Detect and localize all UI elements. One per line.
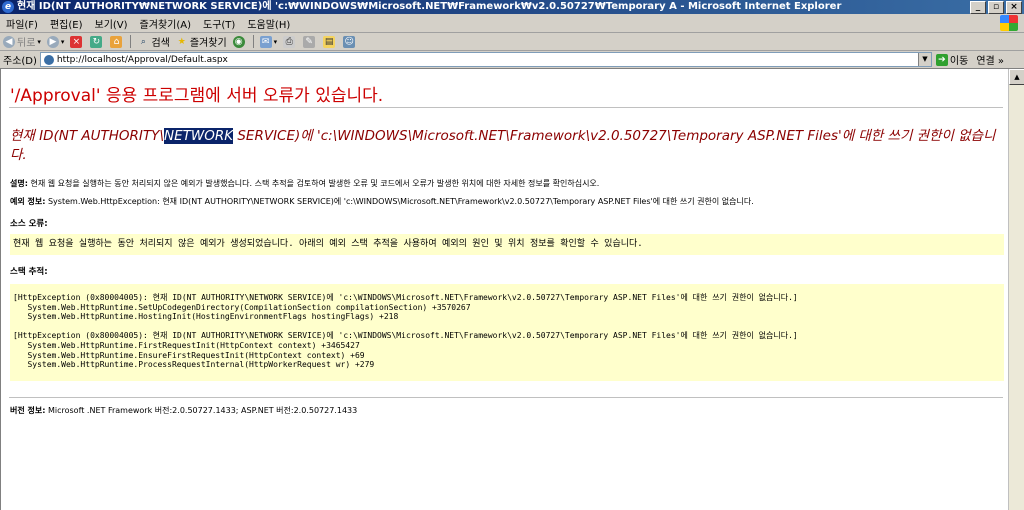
print-icon: ⎙: [283, 35, 296, 48]
restore-button[interactable]: ▫: [988, 1, 1004, 14]
messenger-button[interactable]: ☺: [343, 35, 357, 48]
internet-explorer-icon: e: [2, 1, 14, 13]
stop-icon: ×: [70, 35, 83, 48]
edit-icon: ✎: [303, 35, 316, 48]
page-content: '/Approval' 응용 프로그램에 서버 오류가 있습니다. 현재 ID(…: [0, 69, 1008, 510]
menu-edit[interactable]: 편집(E): [44, 16, 89, 31]
scroll-up-icon[interactable]: ▲: [1009, 69, 1024, 85]
search-icon: ⌕: [140, 36, 146, 47]
address-input[interactable]: http://localhost/Approval/Default.aspx ▼: [39, 52, 932, 67]
search-label: 검색: [151, 38, 170, 49]
window-titlebar: e 현재 ID(NT AUTHORITY₩NETWORK SERVICE)에 'c…: [0, 0, 1024, 14]
menu-view[interactable]: 보기(V): [89, 16, 134, 31]
error-heading: '/Approval' 응용 프로그램에 서버 오류가 있습니다.: [10, 86, 384, 106]
refresh-icon: ↻: [90, 35, 103, 48]
address-bar: 주소(D) http://localhost/Approval/Default.…: [0, 51, 1024, 69]
mail-button[interactable]: ✉ ▾: [259, 35, 278, 48]
star-icon: ★: [177, 36, 186, 47]
standard-toolbar: ◀ 뒤로 ▾ ▶ ▾ × ↻ ⌂ ⌕ 검색 ★ 즐겨찾기 ◉ ✉ ▾ ⎙ ✎ ▤…: [0, 33, 1024, 51]
window-controls: _ ▫ ×: [970, 1, 1022, 14]
favorites-button[interactable]: ★ 즐겨찾기: [176, 34, 227, 50]
version-label: 버전 정보:: [10, 406, 46, 415]
description: 설명: 현재 웹 요청을 실행하는 동안 처리되지 않은 예외가 발생했습니다.…: [10, 178, 599, 189]
stack-trace-label: 스택 추적:: [10, 267, 48, 277]
source-error-label: 소스 오류:: [10, 219, 48, 229]
mail-icon: ✉: [259, 35, 272, 48]
toolbar-separator: [252, 35, 254, 48]
address-url[interactable]: http://localhost/Approval/Default.aspx: [57, 55, 228, 65]
menu-file[interactable]: 파일(F): [0, 16, 44, 31]
exception-details: 예외 정보: System.Web.HttpException: 현재 ID(N…: [10, 196, 754, 207]
messenger-icon: ☺: [343, 35, 356, 48]
back-arrow-icon: ◀: [3, 35, 15, 48]
go-button[interactable]: ➔ 이동: [935, 52, 969, 67]
discuss-icon: ▤: [323, 35, 336, 48]
media-button[interactable]: ◉: [232, 35, 247, 48]
back-button[interactable]: ◀ 뒤로 ▾: [3, 34, 41, 49]
mail-dropdown-icon: ▾: [273, 37, 278, 46]
windows-logo-icon: [1000, 15, 1018, 31]
discuss-button[interactable]: ▤: [323, 35, 337, 48]
address-label: 주소(D): [3, 56, 37, 67]
forward-dropdown-icon: ▾: [60, 37, 65, 46]
links-button[interactable]: 연결 »: [976, 52, 1004, 67]
window-title: 현재 ID(NT AUTHORITY₩NETWORK SERVICE)에 'c:…: [17, 1, 842, 12]
divider: [9, 107, 1003, 108]
description-text: 현재 웹 요청을 실행하는 동안 처리되지 않은 예외가 발생했습니다. 스택 …: [27, 179, 600, 188]
version-info: 버전 정보: Microsoft .NET Framework 버전:2.0.5…: [10, 405, 357, 416]
selected-text: NETWORK: [163, 128, 234, 144]
back-dropdown-icon: ▾: [37, 37, 41, 46]
error-message-start: 현재 ID(NT AUTHORITY\: [10, 128, 164, 144]
address-dropdown-icon[interactable]: ▼: [917, 53, 931, 66]
home-button[interactable]: ⌂: [110, 35, 124, 48]
error-message: 현재 ID(NT AUTHORITY\NETWORK SERVICE)에 'c:…: [10, 127, 1000, 165]
forward-arrow-icon: ▶: [46, 35, 59, 48]
exception-text: System.Web.HttpException: 현재 ID(NT AUTHO…: [45, 197, 754, 206]
close-button[interactable]: ×: [1006, 1, 1022, 14]
minimize-button[interactable]: _: [970, 1, 986, 14]
search-button[interactable]: ⌕ 검색: [137, 34, 170, 50]
refresh-button[interactable]: ↻: [90, 35, 104, 48]
divider: [9, 397, 1003, 398]
stop-button[interactable]: ×: [70, 35, 84, 48]
vertical-scrollbar[interactable]: ▲: [1008, 69, 1024, 510]
source-error-box: 현재 웹 요청을 실행하는 동안 처리되지 않은 예외가 생성되었습니다. 아래…: [10, 234, 1004, 255]
stack-trace-box: [HttpException (0x80004005): 현재 ID(NT AU…: [10, 284, 1004, 381]
forward-button[interactable]: ▶ ▾: [46, 35, 65, 48]
go-label: 이동: [949, 56, 969, 67]
back-label: 뒤로: [17, 38, 36, 49]
menu-favorites[interactable]: 즐겨찾기(A): [134, 16, 197, 31]
menu-help[interactable]: 도움말(H): [241, 16, 296, 31]
edit-button[interactable]: ✎: [303, 35, 317, 48]
description-label: 설명:: [10, 179, 28, 188]
media-icon: ◉: [232, 35, 245, 48]
print-button[interactable]: ⎙: [283, 35, 297, 48]
favorites-label: 즐겨찾기: [189, 38, 227, 49]
toolbar-separator: [130, 35, 132, 48]
home-icon: ⌂: [110, 35, 123, 48]
go-arrow-icon: ➔: [935, 53, 948, 66]
menu-tools[interactable]: 도구(T): [197, 16, 241, 31]
menu-bar: 파일(F) 편집(E) 보기(V) 즐겨찾기(A) 도구(T) 도움말(H): [0, 14, 1024, 33]
version-text: Microsoft .NET Framework 버전:2.0.50727.14…: [45, 406, 358, 415]
exception-label: 예외 정보:: [10, 197, 46, 206]
page-icon: [43, 54, 54, 65]
